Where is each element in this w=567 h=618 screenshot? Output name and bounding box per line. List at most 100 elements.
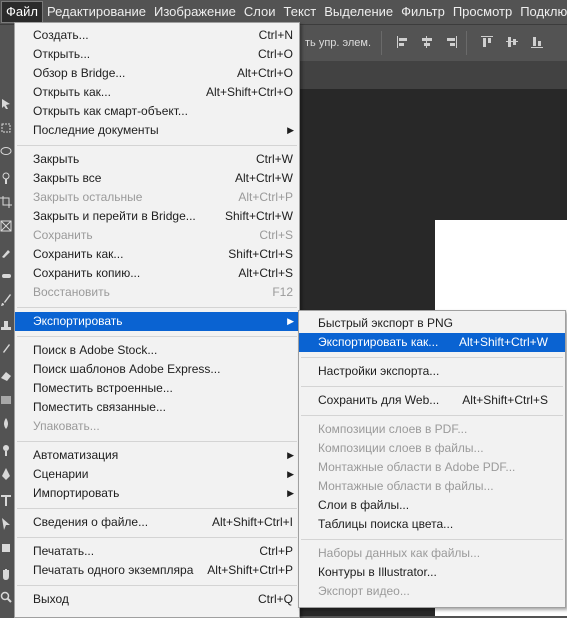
export-submenu: Быстрый экспорт в PNG Экспортировать как… <box>298 310 566 608</box>
hand-tool-icon[interactable] <box>0 567 12 581</box>
lasso-tool-icon[interactable] <box>0 145 12 159</box>
path-selection-tool-icon[interactable] <box>0 517 12 531</box>
blur-tool-icon[interactable] <box>0 417 12 431</box>
align-right-icon[interactable] <box>444 35 458 49</box>
menu-separator <box>17 585 297 586</box>
menu-item-export[interactable]: Экспортировать ▶ <box>15 312 299 331</box>
menu-image[interactable]: Изображение <box>150 2 240 22</box>
menu-item-search-adobe-express-templates[interactable]: Поиск шаблонов Adobe Express... <box>15 360 299 379</box>
clone-stamp-tool-icon[interactable] <box>0 319 12 333</box>
zoom-tool-icon[interactable] <box>0 591 12 605</box>
menu-item-shortcut: Alt+Shift+Ctrl+W <box>458 335 548 349</box>
menu-edit[interactable]: Редактирование <box>43 2 150 22</box>
menu-item-open-as-smart-object[interactable]: Открыть как смарт-объект... <box>15 102 299 121</box>
file-menu: Создать... Ctrl+N Открыть... Ctrl+O Обзор … <box>14 22 300 618</box>
menu-item-label: Сохранить для Web... <box>318 393 440 407</box>
menu-item-place-embedded[interactable]: Поместить встроенные... <box>15 379 299 398</box>
type-tool-icon[interactable] <box>0 493 12 507</box>
menu-item-shortcut: Ctrl+S <box>259 228 293 242</box>
menu-item-label: Сохранить как... <box>33 247 124 261</box>
menu-item-label: Контуры в Illustrator... <box>318 565 437 579</box>
eyedropper-tool-icon[interactable] <box>0 245 12 259</box>
quick-select-tool-icon[interactable] <box>0 171 12 185</box>
menu-item-export-preferences[interactable]: Настройки экспорта... <box>299 362 565 381</box>
menu-view[interactable]: Просмотр <box>449 2 516 22</box>
menu-item-layers-to-files[interactable]: Слои в файлы... <box>299 496 565 515</box>
menu-item-label: Таблицы поиска цвета... <box>318 517 454 531</box>
menu-item-shortcut: Shift+Ctrl+W <box>224 209 293 223</box>
menu-item-label: Автоматизация <box>33 448 119 462</box>
menu-item-save-copy[interactable]: Сохранить копию... Alt+Ctrl+S <box>15 264 299 283</box>
menu-item-label: Упаковать... <box>33 419 100 433</box>
menu-item-paths-to-illustrator[interactable]: Контуры в Illustrator... <box>299 563 565 582</box>
menu-item-save-as[interactable]: Сохранить как... Shift+Ctrl+S <box>15 245 299 264</box>
menu-type[interactable]: Текст <box>280 2 321 22</box>
menu-item-browse-in-bridge[interactable]: Обзор в Bridge... Alt+Ctrl+O <box>15 64 299 83</box>
menu-item-close-all[interactable]: Закрыть все Alt+Ctrl+W <box>15 169 299 188</box>
menu-item-package: Упаковать... <box>15 417 299 436</box>
menu-item-quick-export-png[interactable]: Быстрый экспорт в PNG <box>299 314 565 333</box>
menu-item-label: Обзор в Bridge... <box>33 66 126 80</box>
align-center-icon[interactable] <box>420 35 434 49</box>
menu-item-label: Слои в файлы... <box>318 498 410 512</box>
eraser-tool-icon[interactable] <box>0 369 12 383</box>
menu-separator <box>17 508 297 509</box>
menu-item-label: Экспорт видео... <box>318 584 410 598</box>
menu-item-open-as[interactable]: Открыть как... Alt+Shift+Ctrl+O <box>15 83 299 102</box>
align-bottom-icon[interactable] <box>530 35 544 49</box>
menu-item-label: Импортировать <box>33 486 120 500</box>
menu-separator <box>301 415 563 416</box>
menu-item-search-adobe-stock[interactable]: Поиск в Adobe Stock... <box>15 341 299 360</box>
menu-item-shortcut: Shift+Ctrl+S <box>228 247 293 261</box>
menu-item-label: Поиск в Adobe Stock... <box>33 343 158 357</box>
menu-item-close-and-go-to-bridge[interactable]: Закрыть и перейти в Bridge... Shift+Ctrl+… <box>15 207 299 226</box>
menu-item-close[interactable]: Закрыть Ctrl+W <box>15 150 299 169</box>
show-transform-controls-label[interactable]: ть упр. элем. <box>305 37 371 49</box>
align-left-icon[interactable] <box>396 35 410 49</box>
healing-brush-tool-icon[interactable] <box>0 269 12 283</box>
menu-bar: Файл Редактирование Изображение Слои Тек… <box>0 0 567 24</box>
pen-tool-icon[interactable] <box>0 467 12 481</box>
menu-item-print-one-copy[interactable]: Печатать одного экземпляра Alt+Shift+Ctrl… <box>15 561 299 580</box>
menu-item-label: Монтажные области в Adobe PDF... <box>318 460 516 474</box>
menu-item-save-for-web[interactable]: Сохранить для Web... Alt+Shift+Ctrl+S <box>299 391 565 410</box>
menu-item-shortcut: Ctrl+N <box>258 28 293 42</box>
menu-plugins[interactable]: Подклю <box>516 2 567 22</box>
menu-item-label: Сохранить <box>33 228 93 242</box>
frame-tool-icon[interactable] <box>0 219 12 233</box>
options-divider <box>466 31 467 55</box>
menu-file[interactable]: Файл <box>1 1 43 23</box>
menu-filter[interactable]: Фильтр <box>397 2 449 22</box>
menu-separator <box>17 336 297 337</box>
menu-item-recent-documents[interactable]: Последние документы ▶ <box>15 121 299 140</box>
menu-select[interactable]: Выделение <box>320 2 397 22</box>
marquee-tool-icon[interactable] <box>0 121 12 135</box>
menu-item-new[interactable]: Создать... Ctrl+N <box>15 26 299 45</box>
menu-item-import[interactable]: Импортировать ▶ <box>15 484 299 503</box>
move-tool-icon[interactable] <box>0 97 12 111</box>
menu-item-scripts[interactable]: Сценарии ▶ <box>15 465 299 484</box>
menu-item-close-others: Закрыть остальные Alt+Ctrl+P <box>15 188 299 207</box>
brush-tool-icon[interactable] <box>0 293 12 307</box>
history-brush-tool-icon[interactable] <box>0 343 12 357</box>
menu-item-color-lookup-tables[interactable]: Таблицы поиска цвета... <box>299 515 565 534</box>
menu-item-export-as[interactable]: Экспортировать как... Alt+Shift+Ctrl+W <box>299 333 565 352</box>
crop-tool-icon[interactable] <box>0 195 12 209</box>
menu-item-print[interactable]: Печатать... Ctrl+P <box>15 542 299 561</box>
dodge-tool-icon[interactable] <box>0 443 12 457</box>
menu-item-artboards-to-pdf: Монтажные области в Adobe PDF... <box>299 458 565 477</box>
menu-item-open[interactable]: Открыть... Ctrl+O <box>15 45 299 64</box>
align-middle-icon[interactable] <box>505 35 519 49</box>
menu-separator <box>17 307 297 308</box>
menu-item-place-linked[interactable]: Поместить связанные... <box>15 398 299 417</box>
menu-item-exit[interactable]: Выход Ctrl+Q <box>15 590 299 609</box>
gradient-tool-icon[interactable] <box>0 393 12 407</box>
menu-layer[interactable]: Слои <box>240 2 280 22</box>
submenu-arrow-icon: ▶ <box>287 125 294 135</box>
align-top-icon[interactable] <box>480 35 494 49</box>
menu-item-label: Открыть как... <box>33 85 111 99</box>
menu-item-file-info[interactable]: Сведения о файле... Alt+Shift+Ctrl+I <box>15 513 299 532</box>
menu-item-automate[interactable]: Автоматизация ▶ <box>15 446 299 465</box>
rectangle-tool-icon[interactable] <box>0 541 12 555</box>
menu-item-label: Монтажные области в файлы... <box>318 479 494 493</box>
